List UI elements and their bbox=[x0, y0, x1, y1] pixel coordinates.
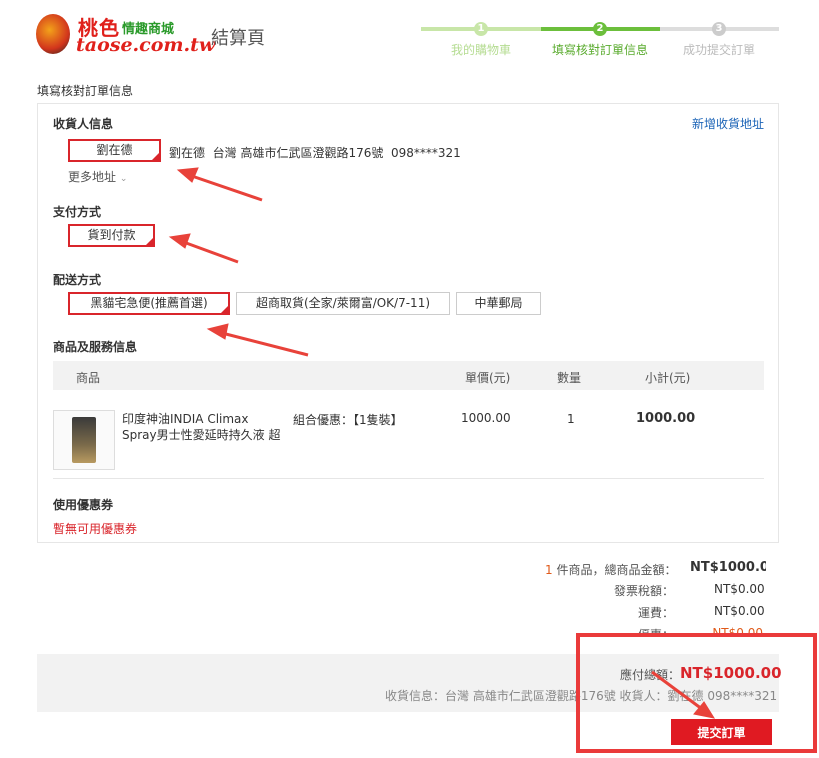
coupon-title: 使用優惠券 bbox=[53, 498, 114, 512]
recipient-selected[interactable]: 劉在德 bbox=[68, 139, 161, 162]
step-2-dot: 2 bbox=[593, 22, 607, 36]
product-name-line1: 印度神油INDIA Climax bbox=[122, 412, 249, 426]
product-promo: 組合優惠：【1隻裝】 bbox=[293, 413, 403, 427]
item-count: 1 bbox=[545, 563, 553, 577]
payment-cod-label: 貨到付款 bbox=[87, 228, 136, 242]
goods-table-header: 商品 單價(元) 數量 小計(元) bbox=[53, 361, 764, 390]
shipping-title: 配送方式 bbox=[53, 273, 102, 287]
shipping-option-label: 中華郵局 bbox=[474, 296, 523, 310]
step-2-label: 填寫核對訂單信息 bbox=[551, 43, 648, 57]
tax-value: NT$0.00 bbox=[714, 582, 765, 596]
submit-order-button[interactable]: 提交訂單 bbox=[671, 719, 772, 745]
shipping-option-tcat[interactable]: 黑貓宅急便(推薦首選) bbox=[68, 292, 230, 315]
shipping-option-label: 黑貓宅急便(推薦首選) bbox=[90, 296, 208, 310]
goods-divider bbox=[53, 478, 764, 479]
goods-amount-value: NT$1000.0( bbox=[690, 560, 766, 575]
product-name-line2: Spray男士性愛延時持久液 超 bbox=[122, 428, 281, 442]
item-count-label: 件商品，總商品金額： bbox=[556, 563, 677, 577]
no-coupon-text: 暫無可用優惠券 bbox=[53, 522, 138, 536]
freight-label: 運費： bbox=[638, 606, 675, 620]
selected-corner-icon bbox=[221, 306, 228, 313]
goods-amount: NT$1000.0( bbox=[690, 560, 766, 575]
chevron-down-icon: ⌄ bbox=[119, 174, 128, 184]
site-logo[interactable]: 桃色 情趣商城 taose.com.tw bbox=[36, 12, 215, 58]
more-address-link[interactable]: 更多地址 ⌄ bbox=[68, 168, 127, 185]
add-address-link[interactable]: 新增收貨地址 bbox=[692, 115, 764, 132]
recipient-selected-name: 劉在德 bbox=[96, 143, 133, 157]
recipient-title: 收貨人信息 bbox=[53, 117, 114, 131]
product-thumbnail[interactable] bbox=[53, 410, 115, 470]
summary-goods-row: 1 件商品，總商品金額： bbox=[545, 561, 676, 578]
dragon-logo-icon bbox=[36, 14, 70, 54]
product-name[interactable]: 印度神油INDIA Climax Spray男士性愛延時持久液 超 bbox=[122, 411, 280, 443]
col-qty: 數量 bbox=[557, 371, 582, 385]
section-caption: 填寫核對訂單信息 bbox=[37, 84, 134, 98]
order-panel bbox=[37, 103, 779, 543]
recipient-address: 劉在德 台灣 高雄市仁武區澄觀路176號 098****321 bbox=[169, 146, 461, 160]
step-1-label: 我的購物車 bbox=[450, 43, 511, 57]
product-subtotal: 1000.00 bbox=[636, 411, 696, 426]
step-1-dot: 1 bbox=[474, 22, 488, 36]
tax-label: 發票稅額： bbox=[614, 584, 675, 598]
step-3-label: 成功提交訂單 bbox=[682, 43, 755, 57]
shipping-option-post[interactable]: 中華郵局 bbox=[456, 292, 541, 315]
more-address-label: 更多地址 bbox=[68, 170, 117, 184]
col-product: 商品 bbox=[76, 371, 101, 385]
shipping-option-cvs[interactable]: 超商取貨(全家/萊爾富/OK/7-11) bbox=[236, 292, 450, 315]
product-qty: 1 bbox=[567, 412, 575, 426]
payment-cod-option[interactable]: 貨到付款 bbox=[68, 224, 155, 247]
page-title: 結算頁 bbox=[211, 28, 265, 49]
col-subtotal: 小計(元) bbox=[645, 371, 691, 385]
col-price: 單價(元) bbox=[465, 371, 511, 385]
shipping-option-label: 超商取貨(全家/萊爾富/OK/7-11) bbox=[255, 296, 431, 310]
step-3-dot: 3 bbox=[712, 22, 726, 36]
selected-corner-icon bbox=[146, 238, 153, 245]
product-price: 1000.00 bbox=[461, 411, 511, 425]
payment-title: 支付方式 bbox=[53, 205, 102, 219]
product-bottle-image bbox=[72, 417, 96, 463]
logo-url-text: taose.com.tw bbox=[76, 34, 216, 56]
goods-title: 商品及服務信息 bbox=[53, 340, 138, 354]
selected-corner-icon bbox=[152, 153, 159, 160]
freight-value: NT$0.00 bbox=[714, 604, 765, 618]
